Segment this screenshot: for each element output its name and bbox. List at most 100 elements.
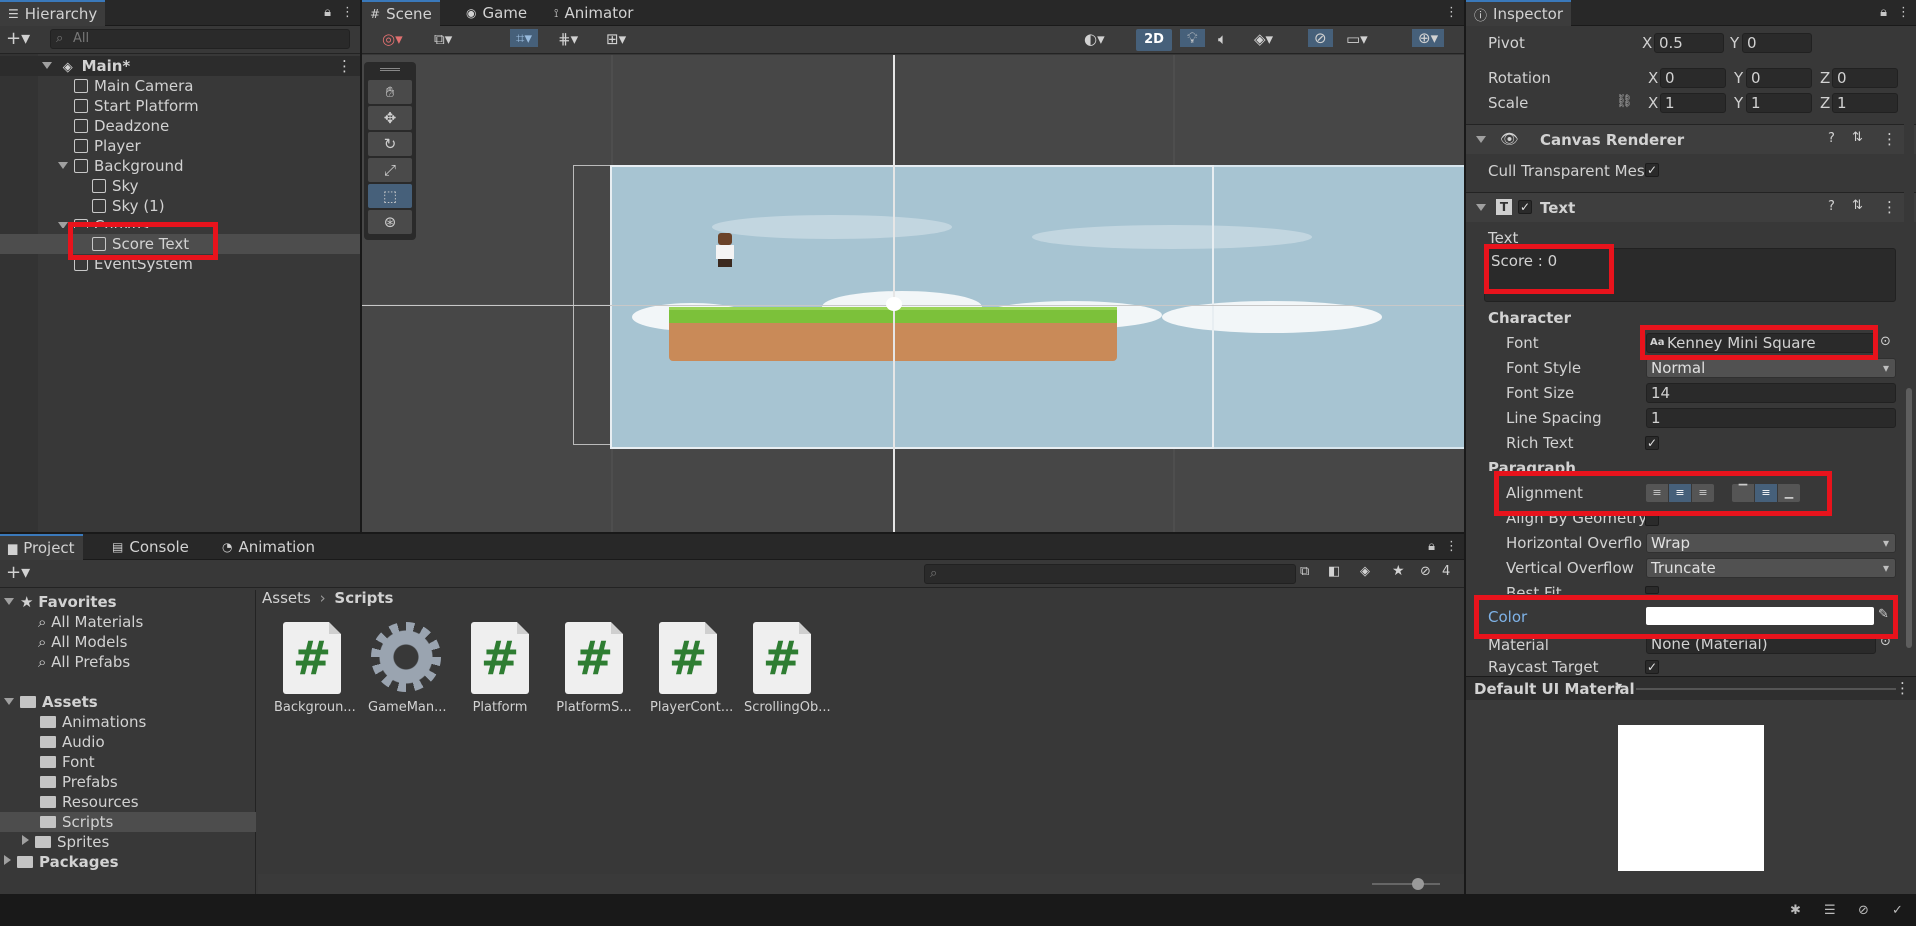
- tab-animator[interactable]: ⟟ Animator: [546, 0, 641, 26]
- lock-icon[interactable]: 🔒︎: [1428, 539, 1435, 554]
- shading-dropdown[interactable]: ◐▾: [1084, 30, 1105, 48]
- scale-y-field[interactable]: 1: [1746, 93, 1812, 113]
- search-by-type-icon[interactable]: ⧉: [1300, 564, 1309, 579]
- hierarchy-item-start-platform[interactable]: Start Platform: [74, 96, 199, 116]
- cull-transparent-checkbox[interactable]: ✓: [1645, 163, 1659, 177]
- favorite-star-icon[interactable]: ★: [1392, 563, 1405, 579]
- align-left-button[interactable]: ≡: [1646, 484, 1668, 502]
- filter-type-icon[interactable]: ◧: [1328, 564, 1340, 579]
- help-icon[interactable]: ?: [1828, 199, 1835, 214]
- icon-size-slider[interactable]: [1372, 878, 1440, 890]
- hierarchy-tab-options[interactable]: 🔒︎ ⋮: [324, 5, 354, 20]
- asset-item[interactable]: # PlatformS...: [556, 622, 632, 715]
- hierarchy-search-input[interactable]: ⌕ All: [50, 29, 350, 49]
- rotation-y-field[interactable]: 0: [1746, 68, 1812, 88]
- expand-icon[interactable]: [42, 62, 52, 69]
- expand-icon[interactable]: [58, 222, 68, 228]
- scene-root[interactable]: ◈ Main* ⋮: [0, 56, 360, 76]
- asset-item[interactable]: # Platform: [462, 622, 538, 715]
- debug-icon[interactable]: ✱: [1790, 903, 1801, 918]
- scene-menu-icon[interactable]: ⋮: [337, 56, 352, 76]
- more-icon[interactable]: ⋮: [1895, 679, 1910, 697]
- folder-prefabs[interactable]: Prefabs: [40, 772, 118, 792]
- hierarchy-item-canvas[interactable]: Canvas: [58, 216, 149, 228]
- align-middle-button[interactable]: ≡: [1755, 484, 1777, 502]
- slider-thumb[interactable]: [1412, 878, 1424, 890]
- hierarchy-item-eventsystem[interactable]: EventSystem: [74, 254, 193, 274]
- favorite-all-materials[interactable]: ⌕ All Materials: [38, 612, 143, 632]
- horizontal-overflow-dropdown[interactable]: Wrap: [1646, 533, 1896, 553]
- expand-icon[interactable]: [58, 162, 68, 169]
- scale-x-field[interactable]: 1: [1660, 93, 1726, 113]
- check-icon[interactable]: ✓: [1892, 903, 1903, 918]
- folder-font[interactable]: Font: [40, 752, 95, 772]
- object-picker-icon[interactable]: ⊙: [1880, 334, 1891, 349]
- asset-item[interactable]: # PlayerCont...: [650, 622, 733, 715]
- lighting-toggle-icon[interactable]: 💡︎: [1180, 29, 1205, 47]
- expand-icon[interactable]: [22, 835, 29, 845]
- pivot-handle[interactable]: [886, 297, 902, 311]
- rotation-x-field[interactable]: 0: [1660, 68, 1726, 88]
- draw-mode-dropdown[interactable]: ◎▾: [382, 30, 403, 48]
- vertical-overflow-dropdown[interactable]: Truncate: [1646, 558, 1896, 578]
- tab-game[interactable]: ◉ Game: [458, 0, 535, 26]
- tab-inspector[interactable]: ⓘ Inspector: [1466, 0, 1571, 26]
- tab-console[interactable]: ▤ Console: [104, 534, 197, 560]
- color-swatch-field[interactable]: [1646, 607, 1874, 625]
- material-preview-header[interactable]: Default UI Material ▾ ⋮: [1466, 676, 1916, 700]
- folder-scripts[interactable]: Scripts: [0, 812, 256, 832]
- hierarchy-item-sky-1[interactable]: Sky (1): [92, 196, 165, 216]
- pivot-toggle[interactable]: ⌗▾: [510, 29, 538, 47]
- folder-resources[interactable]: Resources: [40, 792, 139, 812]
- dropdown-icon[interactable]: ▾: [1616, 679, 1622, 693]
- project-search-input[interactable]: ⌕: [924, 564, 1296, 584]
- hierarchy-item-player[interactable]: Player: [74, 136, 141, 156]
- tools-grip[interactable]: [380, 68, 400, 71]
- toggle-2d-button[interactable]: 2D: [1136, 29, 1172, 51]
- folder-sprites[interactable]: Sprites: [22, 832, 109, 852]
- assets-header[interactable]: Assets: [4, 692, 98, 712]
- more-icon[interactable]: ⋮: [1445, 5, 1458, 20]
- favorite-all-prefabs[interactable]: ⌕ All Prefabs: [38, 652, 130, 672]
- presets-icon[interactable]: ⇅: [1852, 130, 1863, 145]
- favorite-all-models[interactable]: ⌕ All Models: [38, 632, 127, 652]
- snap-grid-dropdown[interactable]: ⋕▾: [558, 30, 578, 48]
- link-icon[interactable]: ⛓︎: [1616, 94, 1633, 109]
- scene-viewport[interactable]: [362, 55, 1464, 532]
- filter-label-icon[interactable]: ◈: [1360, 564, 1370, 579]
- text-enabled-checkbox[interactable]: ✓: [1518, 200, 1532, 214]
- scrollbar-thumb[interactable]: [1906, 388, 1912, 648]
- render-mode-dropdown[interactable]: ⧉▾: [434, 30, 452, 48]
- favorites-header[interactable]: ★ Favorites: [4, 592, 117, 612]
- tab-animation[interactable]: ◔ Animation: [214, 534, 323, 560]
- font-object-field[interactable]: Aa Kenney Mini Square: [1646, 333, 1876, 353]
- best-fit-checkbox[interactable]: [1645, 586, 1659, 594]
- effects-dropdown[interactable]: ◈▾: [1254, 30, 1273, 48]
- hierarchy-item-sky[interactable]: Sky: [92, 176, 139, 196]
- component-menu-icon[interactable]: ⋮: [1882, 130, 1897, 148]
- font-style-dropdown[interactable]: Normal: [1646, 358, 1896, 378]
- presets-icon[interactable]: ⇅: [1852, 198, 1863, 213]
- inspector-tab-options[interactable]: 🔒︎ ⋮: [1880, 5, 1910, 20]
- more-icon[interactable]: ⋮: [341, 5, 354, 20]
- hierarchy-item-deadzone[interactable]: Deadzone: [74, 116, 169, 136]
- folder-animations[interactable]: Animations: [40, 712, 146, 732]
- eyedropper-icon[interactable]: ✎: [1878, 607, 1889, 622]
- component-menu-icon[interactable]: ⋮: [1882, 198, 1897, 216]
- expand-icon[interactable]: [4, 598, 14, 605]
- asset-item[interactable]: # ScrollingOb...: [744, 622, 831, 715]
- breadcrumb-scripts[interactable]: Scripts: [334, 589, 393, 607]
- camera-dropdown[interactable]: ▭▾: [1346, 30, 1368, 48]
- hierarchy-item-main-camera[interactable]: Main Camera: [74, 76, 193, 96]
- align-top-button[interactable]: ▔: [1732, 484, 1754, 502]
- material-object-field[interactable]: None (Material): [1646, 634, 1876, 654]
- expand-icon[interactable]: [4, 855, 11, 865]
- network-icon[interactable]: ⊘: [1858, 903, 1869, 918]
- audio-toggle-icon[interactable]: 🔈︎: [1218, 30, 1227, 48]
- asset-item[interactable]: GameMan...: [368, 622, 447, 715]
- raycast-target-checkbox[interactable]: ✓: [1645, 660, 1659, 674]
- help-icon[interactable]: ?: [1828, 131, 1835, 146]
- packages-header[interactable]: Packages: [4, 852, 119, 872]
- rotation-z-field[interactable]: 0: [1832, 68, 1898, 88]
- move-tool-button[interactable]: ✥: [368, 106, 412, 130]
